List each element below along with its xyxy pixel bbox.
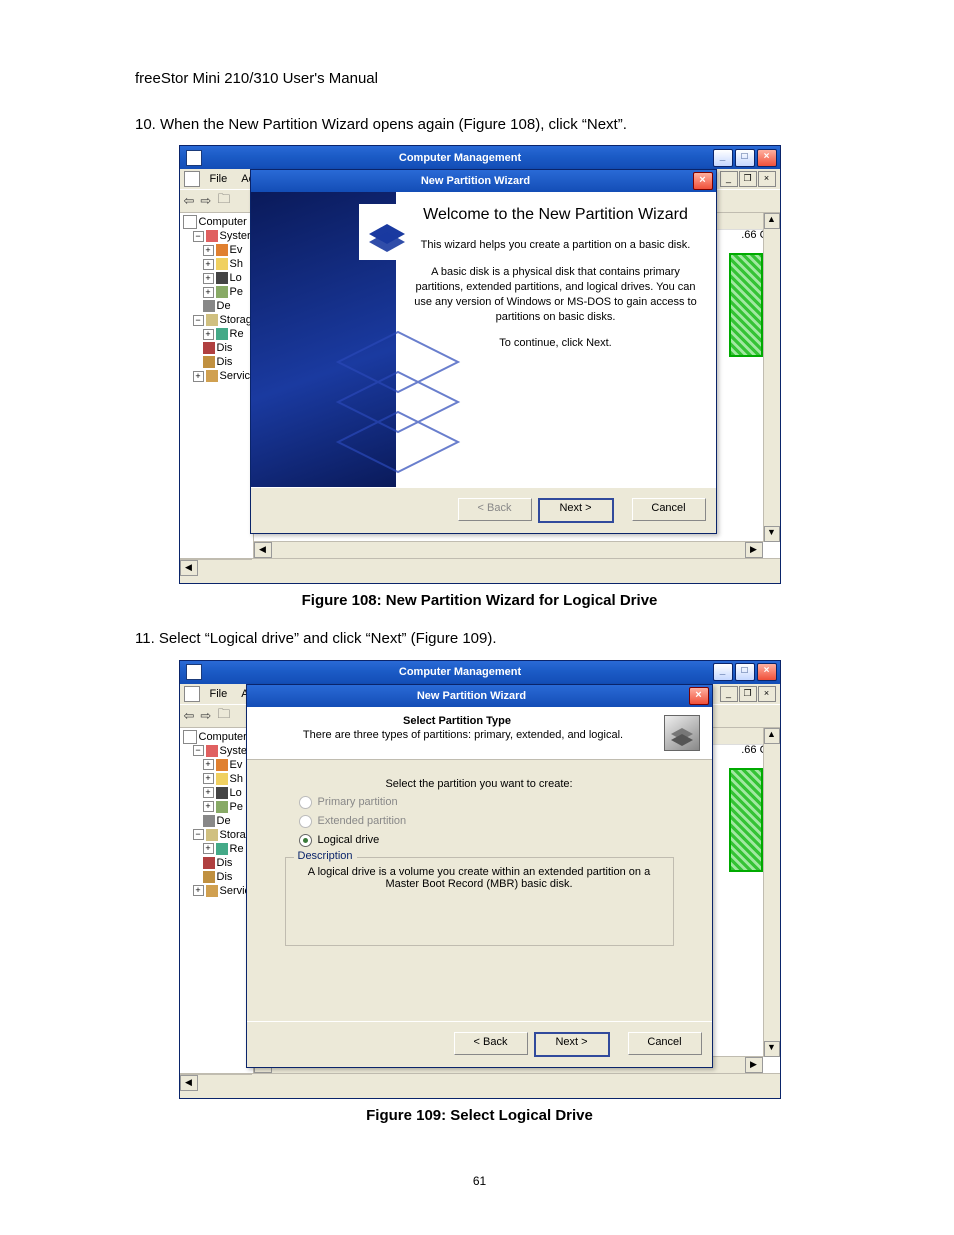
maximize-button[interactable]: □ xyxy=(735,663,755,681)
description-legend: Description xyxy=(294,850,357,862)
computer-management-window-2: Computer Management _ □ × New Partition … xyxy=(179,660,781,1099)
wizard-page-header: Select Partition Type There are three ty… xyxy=(247,707,712,760)
cm-icon xyxy=(186,150,202,166)
option-logical-drive[interactable]: Logical drive xyxy=(299,834,674,847)
radio-icon xyxy=(299,796,312,809)
select-prompt: Select the partition you want to create: xyxy=(285,778,674,790)
close-button[interactable]: × xyxy=(757,663,777,681)
wizard-next-button[interactable]: Next > xyxy=(538,498,614,523)
wizard-close-button[interactable]: × xyxy=(693,172,713,190)
cm-title: Computer Management xyxy=(208,152,713,164)
mdi-close[interactable]: × xyxy=(758,171,776,187)
maximize-button[interactable]: □ xyxy=(735,149,755,167)
tree-root[interactable]: Computer xyxy=(183,215,253,229)
doc-header: freeStor Mini 210/310 User's Manual xyxy=(135,70,824,87)
step-11: 11. Select “Logical drive” and click “Ne… xyxy=(135,629,824,649)
wizard-title: New Partition Wizard xyxy=(259,175,693,187)
h-scrollbar[interactable]: ◀▶ xyxy=(254,541,763,558)
nav-up-icon[interactable]: 🗀 xyxy=(217,705,230,727)
menu-file[interactable]: File xyxy=(210,688,228,700)
nav-up-icon[interactable]: 🗀 xyxy=(217,190,230,212)
nav-forward-icon[interactable]: ⇨ xyxy=(200,708,211,724)
mdi-restore[interactable]: ❐ xyxy=(739,686,757,702)
wizard-back-button: < Back xyxy=(458,498,532,521)
wizard-next-button[interactable]: Next > xyxy=(534,1032,610,1057)
radio-icon xyxy=(299,815,312,828)
nav-forward-icon[interactable]: ⇨ xyxy=(200,193,211,209)
minimize-button[interactable]: _ xyxy=(713,663,733,681)
v-scrollbar[interactable]: ▲▼ xyxy=(763,213,780,542)
v-scrollbar[interactable]: ▲▼ xyxy=(763,728,780,1057)
disk-icon xyxy=(664,715,700,751)
partition-free-space-icon[interactable] xyxy=(729,253,763,357)
menu-file[interactable]: File xyxy=(210,173,228,185)
wizard-back-button[interactable]: < Back xyxy=(454,1032,528,1055)
wizard-title-2: New Partition Wizard xyxy=(255,690,689,702)
caption-109: Figure 109: Select Logical Drive xyxy=(135,1107,824,1124)
partition-free-space-icon[interactable] xyxy=(729,768,763,872)
caption-108: Figure 108: New Partition Wizard for Log… xyxy=(135,592,824,609)
new-partition-wizard-dialog-select: New Partition Wizard × Select Partition … xyxy=(246,684,713,1068)
nav-back-icon[interactable]: ⇦ xyxy=(184,193,195,209)
new-partition-wizard-dialog-welcome: New Partition Wizard × xyxy=(250,169,717,534)
mmc-icon xyxy=(184,171,200,187)
cm-titlebar-2: Computer Management _ □ × xyxy=(180,661,780,684)
mdi-minimize[interactable]: _ xyxy=(720,171,738,187)
close-button[interactable]: × xyxy=(757,149,777,167)
wizard-sidebar-graphic xyxy=(251,192,396,487)
status-area: ◀ xyxy=(180,558,780,583)
cm-icon xyxy=(186,664,202,680)
step-10: 10. When the New Partition Wizard opens … xyxy=(135,115,824,135)
mdi-close[interactable]: × xyxy=(758,686,776,702)
mdi-restore[interactable]: ❐ xyxy=(739,171,757,187)
option-primary-partition: Primary partition xyxy=(299,796,674,809)
nav-back-icon[interactable]: ⇦ xyxy=(184,708,195,724)
wizard-page-subtitle: There are three types of partitions: pri… xyxy=(271,729,656,741)
page-number: 61 xyxy=(135,1174,824,1188)
description-fieldset: Description A logical drive is a volume … xyxy=(285,857,674,946)
cm-titlebar: Computer Management _ □ × xyxy=(180,146,780,169)
mmc-icon xyxy=(184,686,200,702)
mdi-minimize[interactable]: _ xyxy=(720,686,738,702)
wizard-page-title: Select Partition Type xyxy=(259,715,656,727)
computer-management-window-1: Computer Management _ □ × New Partition … xyxy=(179,145,781,584)
tree-pane: Computer −Syster +Ev +Sh +Lo +Pe De −Sto… xyxy=(180,213,254,558)
description-text: A logical drive is a volume you create w… xyxy=(296,866,663,890)
radio-icon[interactable] xyxy=(299,834,312,847)
wizard-close-button[interactable]: × xyxy=(689,687,709,705)
wizard-cancel-button[interactable]: Cancel xyxy=(628,1032,702,1055)
cm-title-2: Computer Management xyxy=(208,666,713,678)
wizard-cancel-button[interactable]: Cancel xyxy=(632,498,706,521)
option-extended-partition: Extended partition xyxy=(299,815,674,828)
minimize-button[interactable]: _ xyxy=(713,149,733,167)
tree-pane-2: Computer −Syster +Ev +Sh +Lo +Pe De −Sto… xyxy=(180,728,254,1073)
